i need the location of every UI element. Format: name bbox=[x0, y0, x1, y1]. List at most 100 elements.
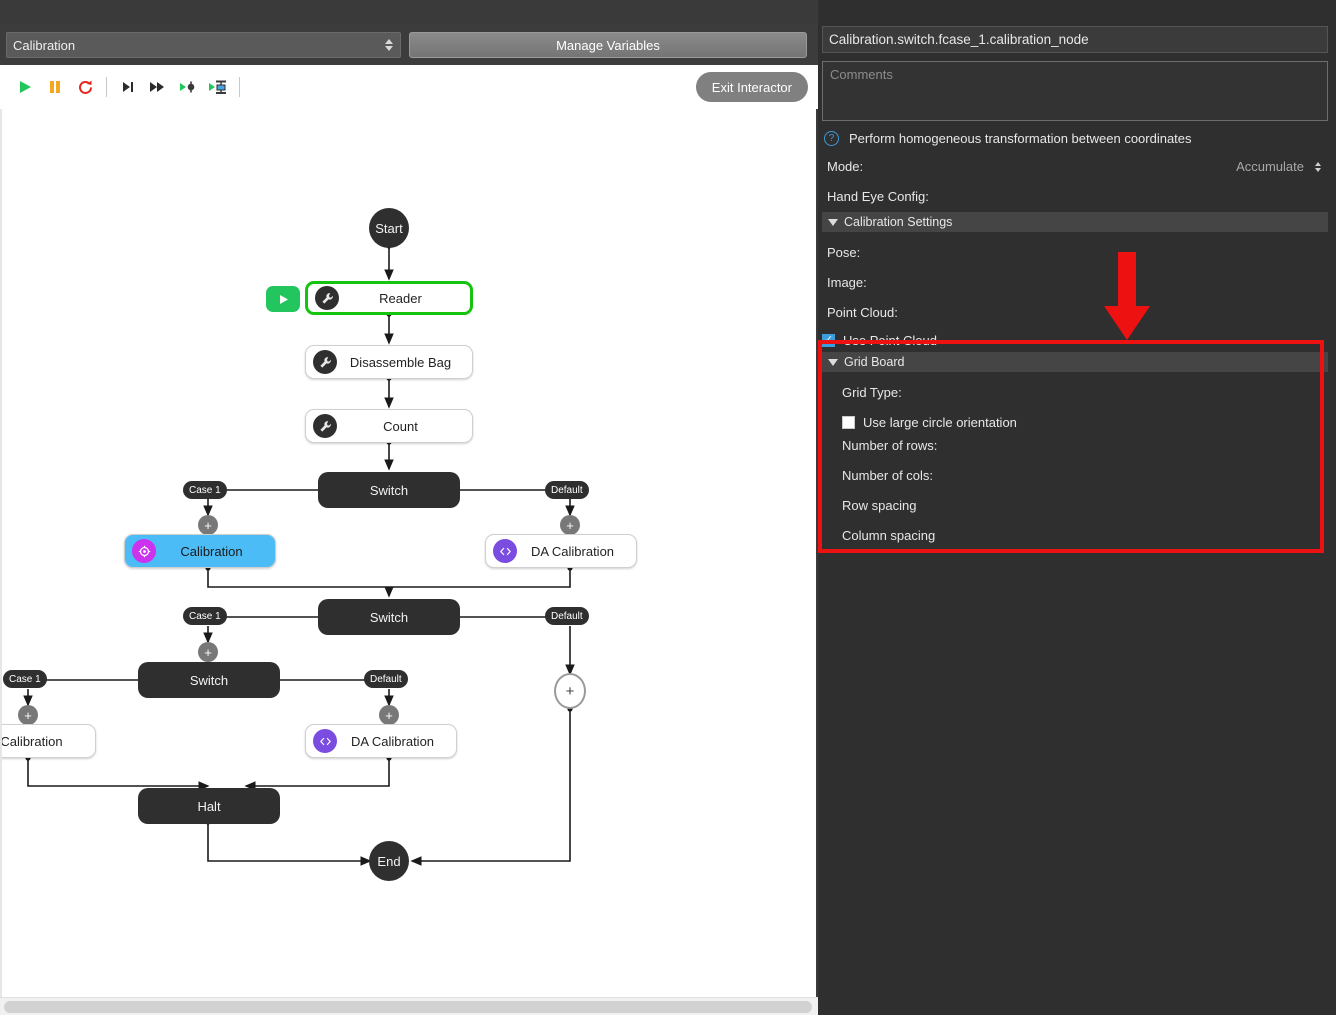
branch-badge-default[interactable]: Default bbox=[545, 607, 589, 625]
flow-editor-pane: Calibration Manage Variables Exit Intera… bbox=[0, 0, 818, 1015]
flow-node-label: Calibration bbox=[0, 733, 63, 749]
hand-eye-config-label: Hand Eye Config: bbox=[827, 188, 929, 204]
number-of-cols-label: Number of cols: bbox=[842, 467, 934, 483]
flow-node-label: End bbox=[377, 853, 401, 869]
toolbar-divider bbox=[106, 77, 107, 97]
calibration-target-icon bbox=[132, 539, 156, 563]
step-icon[interactable] bbox=[113, 72, 143, 102]
code-brackets-icon bbox=[313, 729, 337, 753]
help-icon[interactable]: ? bbox=[824, 130, 839, 146]
add-node-button[interactable]: + bbox=[379, 705, 399, 725]
use-point-cloud-checkbox[interactable] bbox=[822, 333, 835, 347]
flow-node-label: Switch bbox=[369, 609, 409, 625]
flow-node-label: DA Calibration bbox=[350, 733, 435, 749]
flow-node-label: Calibration bbox=[180, 543, 243, 559]
flow-node-halt[interactable]: Halt bbox=[138, 788, 280, 824]
grid-type-label: Grid Type: bbox=[842, 384, 902, 400]
add-node-button-open[interactable]: + bbox=[554, 673, 586, 709]
branch-badge-case1[interactable]: Case 1 bbox=[3, 670, 47, 688]
flow-node-calibration-1[interactable]: Calibration bbox=[124, 534, 276, 568]
flow-connection-wires bbox=[23, 243, 575, 866]
manage-variables-button[interactable]: Manage Variables bbox=[409, 32, 807, 58]
pose-label: Pose: bbox=[827, 244, 861, 260]
branch-badge-case1[interactable]: Case 1 bbox=[183, 607, 227, 625]
column-spacing-label: Column spacing bbox=[842, 527, 936, 543]
pause-icon[interactable] bbox=[40, 72, 70, 102]
branch-badge-default[interactable]: Default bbox=[364, 670, 408, 688]
number-of-rows-row: Number of rows: bbox=[822, 431, 1328, 459]
flow-selector[interactable]: Calibration bbox=[6, 32, 401, 58]
mode-label: Mode: bbox=[827, 158, 864, 174]
flow-node-label: Halt bbox=[197, 798, 221, 814]
exit-interactor-button[interactable]: Exit Interactor bbox=[695, 72, 808, 102]
use-large-circle-orientation-checkbox[interactable] bbox=[842, 415, 855, 429]
flow-node-label: Switch bbox=[189, 672, 229, 688]
add-node-button[interactable]: + bbox=[198, 642, 218, 662]
flow-node-count[interactable]: Count bbox=[305, 409, 473, 443]
flow-node-reader[interactable]: Reader bbox=[305, 281, 473, 315]
node-description: Perform homogeneous transformation betwe… bbox=[849, 130, 1192, 146]
run-to-node-icon[interactable] bbox=[173, 72, 203, 102]
flow-node-disassemble-bag[interactable]: Disassemble Bag bbox=[305, 345, 473, 379]
flow-node-start[interactable]: Start bbox=[369, 208, 409, 248]
use-large-circle-orientation-label: Use large circle orientation bbox=[863, 414, 1017, 430]
branch-badge-case1[interactable]: Case 1 bbox=[183, 481, 227, 499]
hand-eye-config-row: Hand Eye Config: bbox=[822, 182, 1328, 210]
use-point-cloud-label: Use Point Cloud bbox=[843, 332, 937, 348]
mode-select[interactable]: Accumulate bbox=[1036, 156, 1326, 177]
page-title: Calibration.switch.fcase_1.calibration_n… bbox=[822, 26, 1328, 53]
add-node-button[interactable]: + bbox=[198, 515, 218, 535]
wrench-icon bbox=[313, 350, 337, 374]
flow-toolbar-top: Calibration Manage Variables bbox=[0, 25, 818, 65]
scrollbar-thumb[interactable] bbox=[4, 1001, 812, 1013]
properties-pane: Calibration.switch.fcase_1.calibration_n… bbox=[818, 0, 1336, 1015]
row-spacing-row: Row spacing bbox=[822, 491, 1328, 519]
comments-field[interactable]: Comments bbox=[822, 61, 1328, 121]
image-label: Image: bbox=[827, 274, 867, 290]
use-point-cloud-row[interactable]: Use Point Cloud bbox=[822, 326, 1328, 354]
branch-badge-default[interactable]: Default bbox=[545, 481, 589, 499]
add-node-button[interactable]: + bbox=[18, 705, 38, 725]
caret-down-icon bbox=[828, 358, 838, 366]
section-label: Calibration Settings bbox=[844, 215, 953, 229]
code-brackets-icon bbox=[493, 539, 517, 563]
flow-node-label: Start bbox=[375, 220, 403, 236]
flow-node-switch-1[interactable]: Switch bbox=[318, 472, 460, 508]
flow-node-switch-2[interactable]: Switch bbox=[318, 599, 460, 635]
section-label: Grid Board bbox=[844, 355, 905, 369]
mode-value: Accumulate bbox=[1236, 159, 1304, 174]
grid-type-row: Grid Type: bbox=[822, 378, 1328, 406]
point-cloud-label: Point Cloud: bbox=[827, 304, 898, 320]
run-from-node-icon[interactable] bbox=[203, 72, 233, 102]
run-icon[interactable] bbox=[10, 72, 40, 102]
flow-node-label: Count bbox=[383, 418, 418, 434]
flow-node-da-calibration-2[interactable]: DA Calibration bbox=[305, 724, 457, 758]
section-calibration-settings[interactable]: Calibration Settings bbox=[822, 212, 1328, 232]
point-cloud-row: Point Cloud: bbox=[822, 298, 1328, 326]
caret-down-icon bbox=[828, 218, 838, 226]
flow-node-da-calibration-1[interactable]: DA Calibration bbox=[485, 534, 637, 568]
node-run-button[interactable] bbox=[266, 286, 300, 312]
chevron-updown-icon bbox=[385, 39, 393, 51]
flow-node-calibration-2[interactable]: Calibration bbox=[0, 724, 96, 758]
reset-icon[interactable] bbox=[70, 72, 100, 102]
canvas-left-border bbox=[0, 109, 2, 997]
section-grid-board[interactable]: Grid Board bbox=[822, 352, 1328, 372]
flow-canvas[interactable]: Start Reader Disassemble Bag Count Switc… bbox=[0, 109, 818, 997]
flow-node-label: Switch bbox=[369, 482, 409, 498]
flow-node-label: DA Calibration bbox=[530, 543, 615, 559]
node-description-row: ? Perform homogeneous transformation bet… bbox=[822, 127, 1328, 149]
flow-node-switch-3[interactable]: Switch bbox=[138, 662, 280, 698]
number-of-rows-label: Number of rows: bbox=[842, 437, 938, 453]
add-node-button[interactable]: + bbox=[560, 515, 580, 535]
chevron-updown-icon bbox=[1315, 161, 1321, 172]
step-forward-icon[interactable] bbox=[143, 72, 173, 102]
toolbar-divider-2 bbox=[239, 77, 240, 97]
flow-node-end[interactable]: End bbox=[369, 841, 409, 881]
canvas-horizontal-scrollbar[interactable] bbox=[0, 997, 818, 1015]
annotation-arrow-icon bbox=[1104, 252, 1150, 340]
column-spacing-row: Column spacing bbox=[822, 521, 1328, 549]
number-of-cols-row: Number of cols: bbox=[822, 461, 1328, 489]
pose-row: Pose: bbox=[822, 238, 1328, 266]
row-spacing-label: Row spacing bbox=[842, 497, 917, 513]
